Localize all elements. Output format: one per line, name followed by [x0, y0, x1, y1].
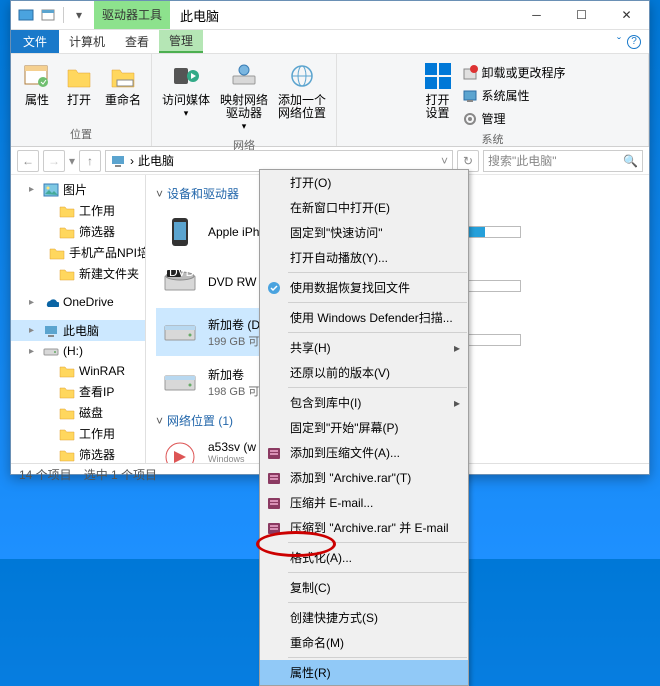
ribbon-map-drive[interactable]: 映射网络 驱动器▾: [216, 58, 272, 135]
context-menu-item[interactable]: 使用数据恢复找回文件: [260, 275, 468, 300]
nav-back-button[interactable]: ←: [17, 150, 39, 172]
context-menu-item[interactable]: 创建快捷方式(S): [260, 605, 468, 630]
tree-item[interactable]: 筛选器: [11, 444, 145, 463]
nav-forward-button[interactable]: →: [43, 150, 65, 172]
tree-item[interactable]: 查看IP: [11, 381, 145, 402]
ribbon-manage[interactable]: 管理: [460, 108, 568, 129]
ribbon-add-netloc[interactable]: 添加一个 网络位置: [274, 58, 330, 135]
context-menu-item[interactable]: 压缩到 "Archive.rar" 并 E-mail: [260, 515, 468, 540]
tree-item[interactable]: 手机产品NPI培: [11, 242, 145, 263]
nav-tree[interactable]: ▸图片工作用筛选器手机产品NPI培新建文件夹▸OneDrive▸此电脑▸(H:)…: [11, 175, 146, 463]
tree-item[interactable]: 磁盘: [11, 402, 145, 423]
tab-manage[interactable]: 管理: [159, 30, 203, 53]
minimize-button[interactable]: ─: [514, 1, 559, 30]
qat-dropdown-icon[interactable]: ▾: [70, 6, 88, 24]
search-placeholder: 搜索"此电脑": [488, 152, 619, 169]
tab-view[interactable]: 查看: [115, 30, 159, 53]
context-menu-item[interactable]: 包含到库中(I)▸: [260, 390, 468, 415]
ribbon: 属性 打开 重命名 位置 访问媒体▾ 映射网络 驱动器▾ 添加一个 网络位置 网…: [11, 54, 649, 147]
context-menu: 打开(O)在新窗口中打开(E)固定到"快速访问"打开自动播放(Y)... 使用数据…: [259, 169, 469, 686]
tree-item[interactable]: ▸(H:): [11, 341, 145, 361]
context-menu-item[interactable]: 复制(C): [260, 575, 468, 600]
context-menu-item[interactable]: 打开(O): [260, 170, 468, 195]
search-icon: 🔍: [623, 154, 638, 168]
window-icon: [17, 6, 35, 24]
ribbon-group-location: 属性 打开 重命名 位置: [11, 54, 152, 146]
context-menu-item[interactable]: 压缩并 E-mail...: [260, 490, 468, 515]
help-icon[interactable]: ?: [627, 35, 641, 49]
tree-item[interactable]: 筛选器: [11, 221, 145, 242]
ribbon-open[interactable]: 打开: [59, 58, 99, 124]
ribbon-open-settings[interactable]: 打开 设置: [418, 58, 458, 129]
tree-item[interactable]: ▸图片: [11, 179, 145, 200]
context-menu-item[interactable]: 固定到"开始"屏幕(P): [260, 415, 468, 440]
ribbon-properties[interactable]: 属性: [17, 58, 57, 124]
context-menu-item[interactable]: 还原以前的版本(V): [260, 360, 468, 385]
close-button[interactable]: ✕: [604, 1, 649, 30]
ribbon-group-system: 打开 设置 卸载或更改程序 系统属性 管理 系统: [337, 54, 649, 146]
context-menu-item[interactable]: 添加到压缩文件(A)...: [260, 440, 468, 465]
ribbon-tabs: 文件 计算机 查看 管理 ˇ ?: [11, 30, 649, 54]
context-menu-item[interactable]: 共享(H)▸: [260, 335, 468, 360]
ribbon-collapse-icon[interactable]: ˇ: [617, 35, 621, 49]
maximize-button[interactable]: ☐: [559, 1, 604, 30]
status-selected: 选中 1 个项目: [84, 466, 157, 483]
tree-item[interactable]: ▸此电脑: [11, 320, 145, 341]
status-item-count: 14 个项目: [19, 466, 72, 483]
tree-item[interactable]: 工作用: [11, 423, 145, 444]
context-menu-item[interactable]: 添加到 "Archive.rar"(T): [260, 465, 468, 490]
tab-computer[interactable]: 计算机: [59, 30, 115, 53]
file-tab[interactable]: 文件: [11, 30, 59, 53]
context-menu-item[interactable]: 重命名(M): [260, 630, 468, 655]
search-input[interactable]: 搜索"此电脑" 🔍: [483, 150, 643, 172]
qat-properties-icon[interactable]: [39, 6, 57, 24]
context-menu-item[interactable]: 固定到"快速访问": [260, 220, 468, 245]
tree-item[interactable]: 新建文件夹: [11, 263, 145, 284]
nav-recent-icon[interactable]: ▾: [69, 154, 75, 168]
tree-item[interactable]: 工作用: [11, 200, 145, 221]
ribbon-group-label: 位置: [70, 124, 92, 142]
titlebar: ▾ 驱动器工具 此电脑 ─ ☐ ✕: [11, 1, 649, 30]
context-menu-item[interactable]: 使用 Windows Defender扫描...: [260, 305, 468, 330]
context-menu-item[interactable]: 格式化(A)...: [260, 545, 468, 570]
pc-icon: [110, 153, 126, 169]
context-menu-item[interactable]: 属性(R): [260, 660, 468, 685]
nav-up-button[interactable]: ↑: [79, 150, 101, 172]
svg-text:DVD: DVD: [169, 265, 195, 279]
context-menu-item[interactable]: 在新窗口中打开(E): [260, 195, 468, 220]
ribbon-group-network: 访问媒体▾ 映射网络 驱动器▾ 添加一个 网络位置 网络: [152, 54, 337, 146]
ribbon-sys-props[interactable]: 系统属性: [460, 85, 568, 106]
window-title: 此电脑: [170, 6, 229, 25]
tree-item[interactable]: WinRAR: [11, 361, 145, 381]
ribbon-uninstall[interactable]: 卸载或更改程序: [460, 62, 568, 83]
ribbon-media[interactable]: 访问媒体▾: [158, 58, 214, 135]
context-menu-item[interactable]: 打开自动播放(Y)...: [260, 245, 468, 270]
ribbon-rename[interactable]: 重命名: [101, 58, 145, 124]
tree-item[interactable]: ▸OneDrive: [11, 292, 145, 312]
contextual-tab-drive-tools[interactable]: 驱动器工具: [94, 1, 170, 29]
